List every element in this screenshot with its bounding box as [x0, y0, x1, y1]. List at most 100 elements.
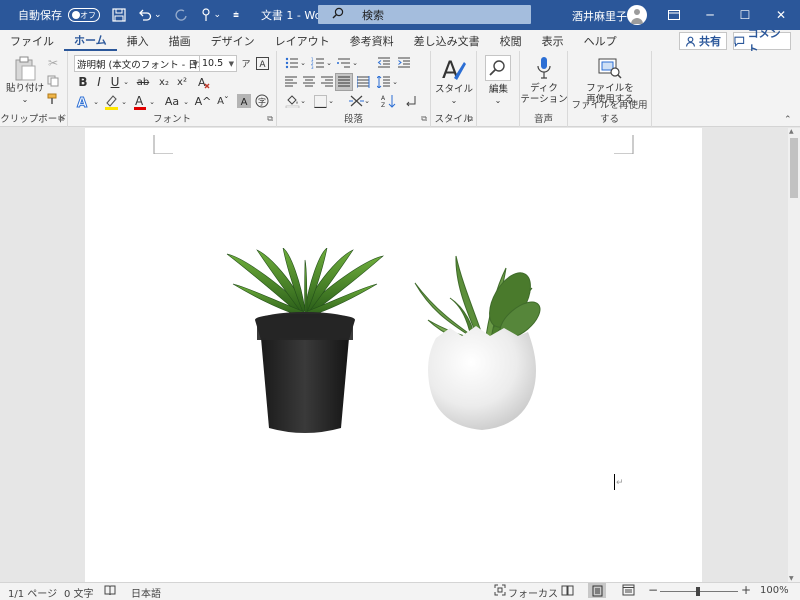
zoom-in-button[interactable]: +: [741, 583, 751, 597]
copy-icon[interactable]: [46, 74, 60, 88]
autosave-toggle[interactable]: オフ: [68, 8, 100, 22]
highlight-icon[interactable]: [102, 93, 120, 110]
editing-label[interactable]: 編集: [477, 84, 520, 95]
subscript-button[interactable]: x₂: [156, 74, 172, 90]
font-color-dropdown-icon[interactable]: ⌄: [148, 93, 156, 110]
numbering-dropdown-icon[interactable]: ⌄: [325, 55, 333, 71]
styles-dropdown-icon[interactable]: ⌄: [447, 95, 461, 106]
asian-layout-dropdown-icon[interactable]: ⌄: [363, 93, 371, 109]
tab-2[interactable]: 挿入: [117, 30, 159, 51]
scroll-up-icon[interactable]: ▲: [789, 128, 794, 135]
focus-icon[interactable]: [494, 584, 506, 599]
document-page[interactable]: ↵: [85, 128, 702, 582]
reuse-files-label-1[interactable]: ファイルを: [568, 83, 652, 94]
tab-6[interactable]: 参考資料: [340, 30, 404, 51]
tab-3[interactable]: 描画: [159, 30, 201, 51]
change-case-button[interactable]: Aa: [162, 93, 182, 110]
scroll-thumb[interactable]: [790, 138, 798, 198]
autosave[interactable]: 自動保存 オフ: [18, 7, 100, 23]
italic-button[interactable]: I: [92, 74, 106, 90]
touch-dropdown-icon[interactable]: ⌄: [214, 10, 222, 20]
styles-label[interactable]: スタイル: [431, 84, 477, 95]
editing-dropdown-icon[interactable]: ⌄: [491, 95, 505, 106]
focus-label[interactable]: フォーカス: [508, 585, 558, 600]
web-layout-icon[interactable]: [622, 584, 635, 599]
font-color-icon[interactable]: A: [132, 93, 148, 110]
increase-indent-icon[interactable]: [395, 55, 413, 71]
vertical-scrollbar[interactable]: ▲ ▼: [788, 128, 800, 582]
search-box[interactable]: 検索: [318, 5, 531, 24]
undo-icon[interactable]: [138, 8, 152, 22]
borders-dropdown-icon[interactable]: ⌄: [327, 93, 335, 109]
succulent-black-pot-image[interactable]: [225, 248, 385, 438]
format-painter-icon[interactable]: [46, 92, 60, 106]
share-button[interactable]: 共有: [679, 32, 727, 50]
tab-0[interactable]: ファイル: [0, 30, 64, 51]
tab-9[interactable]: 表示: [532, 30, 574, 51]
tab-7[interactable]: 差し込み文書: [404, 30, 490, 51]
bullets-dropdown-icon[interactable]: ⌄: [299, 55, 307, 71]
font-size-combo[interactable]: 10.5 ▼: [199, 55, 237, 72]
print-layout-icon[interactable]: [588, 583, 606, 598]
undo-dropdown-icon[interactable]: ⌄: [154, 10, 162, 20]
minimize-button[interactable]: ─: [692, 0, 728, 30]
collapse-ribbon-icon[interactable]: ⌃: [784, 115, 792, 125]
tab-8[interactable]: 校閲: [490, 30, 532, 51]
grow-font-button[interactable]: A^: [194, 93, 212, 110]
font-name-dropdown-icon[interactable]: ▼: [193, 60, 198, 68]
font-name-combo[interactable]: 游明朝 (本文のフォント - 日本 ▼: [74, 55, 201, 72]
tab-1[interactable]: ホーム: [64, 30, 117, 51]
paste-icon[interactable]: [8, 55, 42, 83]
character-shading-icon[interactable]: A: [236, 93, 252, 109]
styles-launcher-icon[interactable]: ⧉: [467, 114, 473, 124]
user-name[interactable]: 酒井麻里子: [572, 8, 627, 24]
shading-dropdown-icon[interactable]: ⌄: [299, 93, 307, 109]
save-icon[interactable]: [112, 8, 126, 22]
line-spacing-dropdown-icon[interactable]: ⌄: [391, 74, 399, 90]
fern-white-egg-pot-image[interactable]: [410, 248, 550, 438]
zoom-slider-thumb[interactable]: [696, 587, 700, 596]
paste-dropdown-icon[interactable]: ⌄: [18, 94, 32, 105]
paragraph-launcher-icon[interactable]: ⧉: [421, 114, 427, 124]
ribbon-display-options-icon[interactable]: [656, 0, 692, 30]
text-effects-dropdown-icon[interactable]: ⌄: [92, 93, 100, 110]
multilevel-dropdown-icon[interactable]: ⌄: [351, 55, 359, 71]
font-launcher-icon[interactable]: ⧉: [267, 114, 273, 124]
zoom-out-button[interactable]: −: [648, 583, 658, 597]
font-size-dropdown-icon[interactable]: ▼: [229, 60, 234, 68]
change-case-dropdown-icon[interactable]: ⌄: [182, 93, 190, 110]
styles-icon[interactable]: A: [439, 55, 469, 83]
shrink-font-button[interactable]: Aˇ: [214, 93, 232, 110]
strikethrough-button[interactable]: ab: [134, 74, 152, 90]
underline-button[interactable]: U: [108, 74, 122, 90]
distributed-icon[interactable]: [355, 74, 371, 90]
text-effects-icon[interactable]: A: [74, 93, 92, 110]
paste-label[interactable]: 貼り付け: [4, 83, 46, 94]
sort-icon[interactable]: AZ: [379, 93, 397, 109]
dictate-label-1[interactable]: ディク: [520, 83, 568, 94]
dictate-label-2[interactable]: テーション: [520, 94, 568, 105]
align-left-icon[interactable]: [283, 74, 299, 90]
phonetic-guide-icon[interactable]: ア: [239, 55, 253, 72]
reuse-files-icon[interactable]: [596, 56, 624, 80]
customize-qat-icon[interactable]: ⩧: [233, 10, 239, 21]
comment-button[interactable]: コメント: [733, 27, 791, 56]
tab-5[interactable]: レイアウト: [265, 30, 340, 51]
zoom-level[interactable]: 100%: [760, 585, 789, 596]
tab-4[interactable]: デザイン: [201, 30, 265, 51]
avatar[interactable]: [627, 5, 647, 25]
align-center-icon[interactable]: [301, 74, 317, 90]
underline-dropdown-icon[interactable]: ⌄: [122, 74, 130, 90]
tab-10[interactable]: ヘルプ: [574, 30, 627, 51]
touch-mode-icon[interactable]: [200, 8, 212, 22]
align-right-icon[interactable]: [319, 74, 335, 90]
dictate-icon[interactable]: [534, 54, 554, 82]
justify-icon[interactable]: [335, 73, 353, 91]
clear-formatting-icon[interactable]: A: [196, 74, 212, 90]
read-mode-icon[interactable]: [561, 584, 574, 599]
decrease-indent-icon[interactable]: [375, 55, 393, 71]
scroll-down-icon[interactable]: ▼: [789, 575, 794, 582]
editing-icon[interactable]: [485, 55, 511, 81]
page-count[interactable]: 1/1 ページ: [8, 585, 57, 600]
show-formatting-marks-icon[interactable]: [401, 93, 419, 109]
